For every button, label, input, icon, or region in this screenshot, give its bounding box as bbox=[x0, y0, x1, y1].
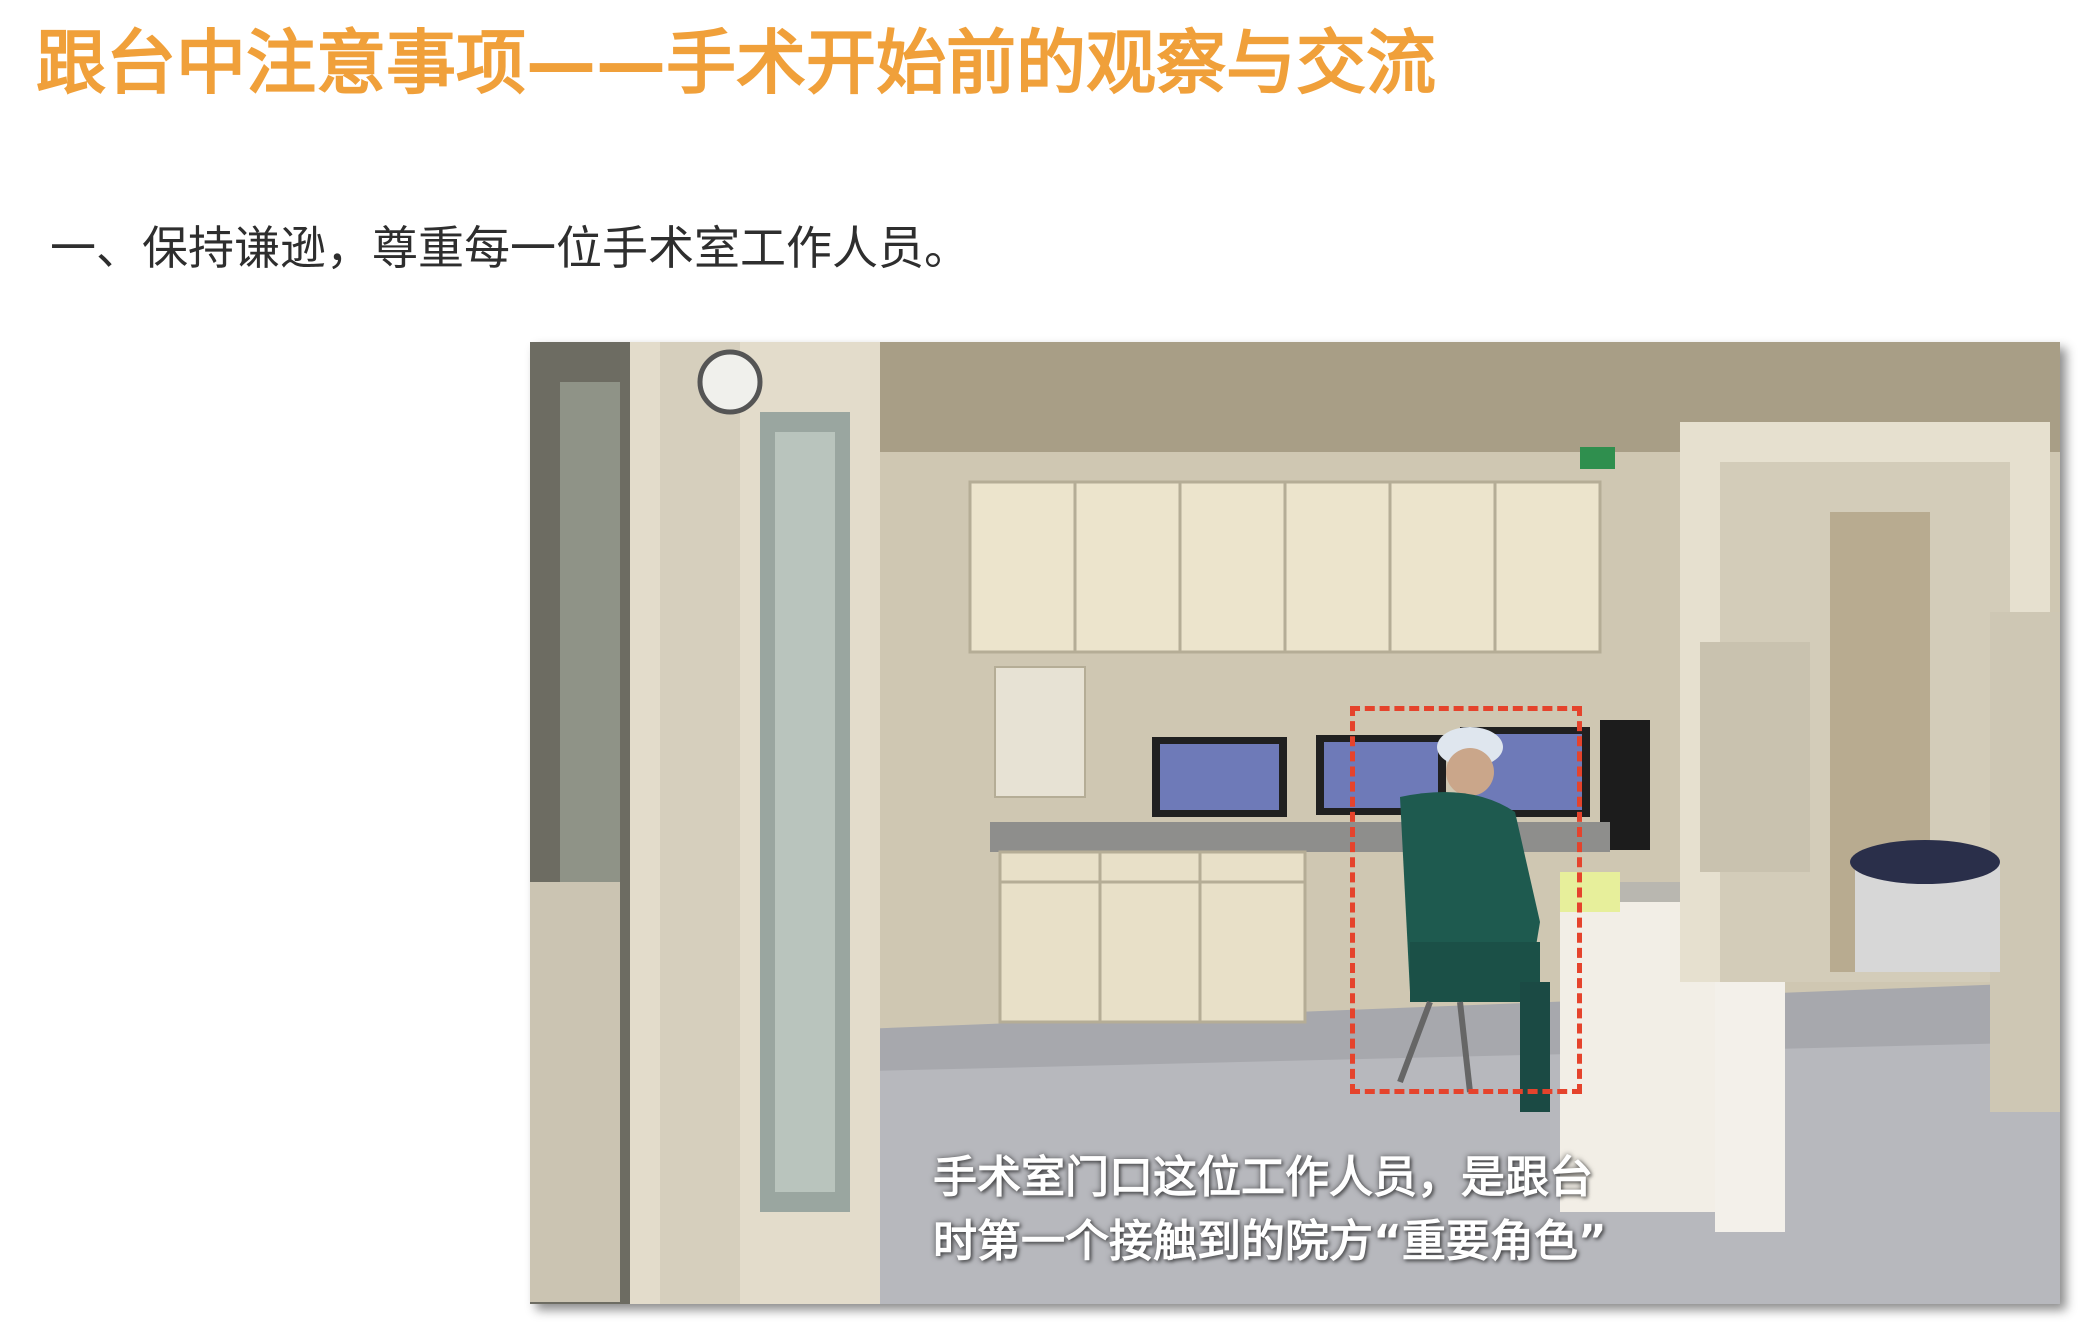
caption-line-1: 手术室门口这位工作人员，是跟台 bbox=[933, 1152, 1593, 1203]
photo-caption: 手术室门口这位工作人员，是跟台 时第一个接触到的院方“重要角色” bbox=[933, 1146, 1607, 1274]
photo-nurse-station: 手术室门口这位工作人员，是跟台 时第一个接触到的院方“重要角色” bbox=[530, 342, 2060, 1304]
slide-title: 跟台中注意事项——手术开始前的观察与交流 bbox=[36, 22, 1436, 104]
caption-line-2: 时第一个接触到的院方“重要角色” bbox=[933, 1216, 1607, 1267]
bullet-point: 一、保持谦逊，尊重每一位手术室工作人员。 bbox=[50, 221, 970, 275]
highlight-box bbox=[1350, 706, 1582, 1094]
